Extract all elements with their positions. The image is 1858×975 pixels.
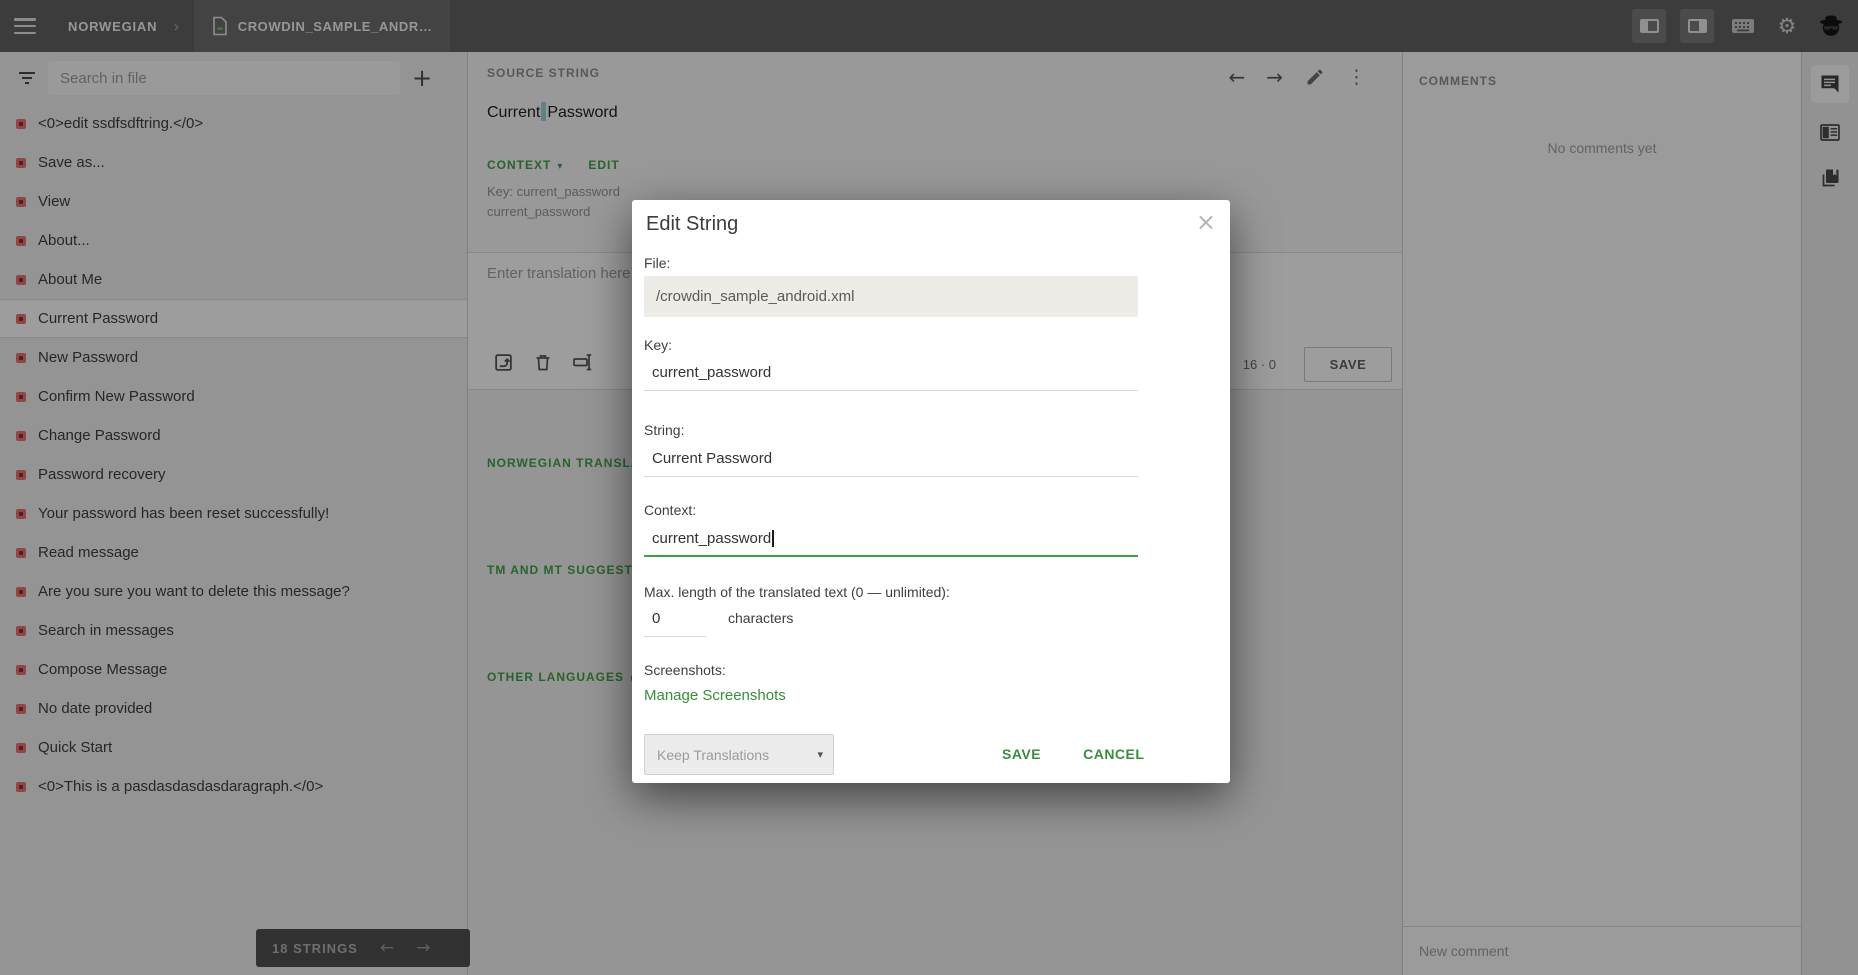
key-label: Key: xyxy=(644,337,672,353)
crowdin-editor: NORWEGIAN › CROWDIN_SAMPLE_ANDR… ⚙ xyxy=(0,0,1858,975)
file-field: /crowdin_sample_android.xml xyxy=(644,276,1138,317)
string-input[interactable] xyxy=(644,444,1138,476)
dialog-cancel-button[interactable]: CANCEL xyxy=(1081,740,1146,768)
context-label: Context: xyxy=(644,502,696,518)
maxlen-input[interactable] xyxy=(644,604,706,636)
keep-translations-select[interactable]: Keep Translations ▾ xyxy=(644,734,834,775)
close-icon[interactable]: × xyxy=(1196,208,1216,237)
maxlen-unit-label: characters xyxy=(728,610,793,626)
context-input[interactable]: current_password xyxy=(644,524,1138,557)
manage-screenshots-link[interactable]: Manage Screenshots xyxy=(644,687,786,704)
dialog-title: Edit String xyxy=(646,213,738,236)
string-label: String: xyxy=(644,422,684,438)
key-input[interactable] xyxy=(644,358,1138,390)
dialog-actions: SAVE CANCEL xyxy=(1000,740,1146,768)
file-label: File: xyxy=(644,255,670,271)
edit-string-dialog: Edit String × File: /crowdin_sample_andr… xyxy=(632,200,1230,783)
dialog-save-button[interactable]: SAVE xyxy=(1000,740,1043,768)
keep-translations-value: Keep Translations xyxy=(657,747,817,763)
text-caret xyxy=(772,530,774,547)
screenshots-label: Screenshots: xyxy=(644,662,726,678)
maxlen-label: Max. length of the translated text (0 — … xyxy=(644,584,950,600)
select-chevron-icon: ▾ xyxy=(817,748,823,761)
